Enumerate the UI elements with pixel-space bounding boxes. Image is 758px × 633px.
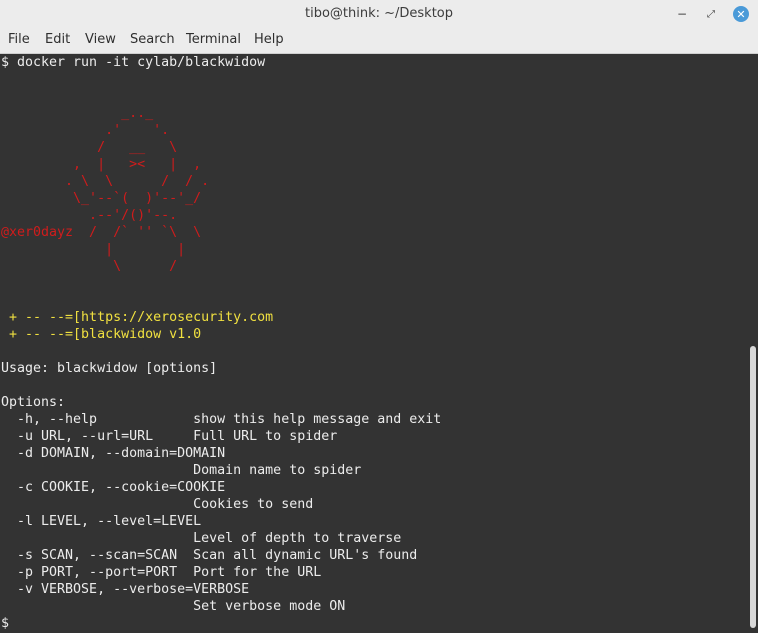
close-button[interactable]: ✕ — [731, 4, 751, 24]
option-line: -c COOKIE, --cookie=COOKIE — [1, 480, 226, 495]
maximize-icon: ⤢ — [707, 8, 715, 20]
menu-terminal[interactable]: Terminal — [186, 32, 241, 47]
option-line: Set verbose mode ON — [1, 599, 346, 614]
option-line: -l LEVEL, --level=LEVEL — [1, 514, 202, 529]
banner-version: + -- --=[blackwidow v1.0 — [1, 327, 202, 342]
shell-prompt: $ — [1, 616, 10, 631]
option-line: -v VERBOSE, --verbose=VERBOSE — [1, 582, 250, 597]
ascii-art-legs: | | \ / — [105, 242, 186, 274]
menu-view[interactable]: View — [85, 32, 116, 47]
option-line: Level of depth to traverse — [1, 531, 402, 546]
option-line: Cookies to send — [1, 497, 314, 512]
usage-line: Usage: blackwidow [options] — [1, 361, 218, 376]
option-line: Domain name to spider — [1, 463, 362, 478]
window-title: tibo@think: ~/Desktop — [304, 6, 454, 21]
maximize-button[interactable]: ⤢ — [701, 4, 721, 24]
option-line: -u URL, --url=URL Full URL to spider — [1, 429, 338, 444]
option-line: -p PORT, --port=PORT Port for the URL — [1, 565, 322, 580]
title-bar[interactable]: tibo@think: ~/Desktop − ⤢ ✕ — [0, 0, 758, 29]
ascii-art-handle: @xer0dayz / /` '' `\ \ — [1, 225, 202, 240]
terminal-output[interactable]: $ docker run -it cylab/blackwidow _.._ .… — [0, 54, 748, 633]
terminal-window: tibo@think: ~/Desktop − ⤢ ✕ File Edit Vi… — [0, 0, 758, 633]
vertical-scrollbar[interactable] — [748, 54, 758, 633]
option-line: -d DOMAIN, --domain=DOMAIN — [1, 446, 226, 461]
menu-search[interactable]: Search — [130, 32, 175, 47]
option-line: -h, --help show this help message and ex… — [1, 412, 442, 427]
menu-bar: File Edit View Search Terminal Help — [0, 28, 758, 54]
banner-url: + -- --=[https://xerosecurity.com — [1, 310, 274, 325]
options-header: Options: — [1, 395, 66, 410]
scrollbar-thumb[interactable] — [750, 346, 756, 628]
close-icon: ✕ — [733, 6, 749, 22]
menu-file[interactable]: File — [8, 32, 30, 47]
minimize-button[interactable]: − — [672, 4, 692, 24]
option-line: -s SCAN, --scan=SCAN Scan all dynamic UR… — [1, 548, 418, 563]
minimize-icon: − — [676, 7, 688, 21]
ascii-art-spider: _.._ .' '. / __ \ , | >< | , . \ \ / / .… — [65, 106, 210, 223]
menu-edit[interactable]: Edit — [45, 32, 70, 47]
command-line: $ docker run -it cylab/blackwidow — [1, 55, 266, 70]
menu-help[interactable]: Help — [254, 32, 284, 47]
